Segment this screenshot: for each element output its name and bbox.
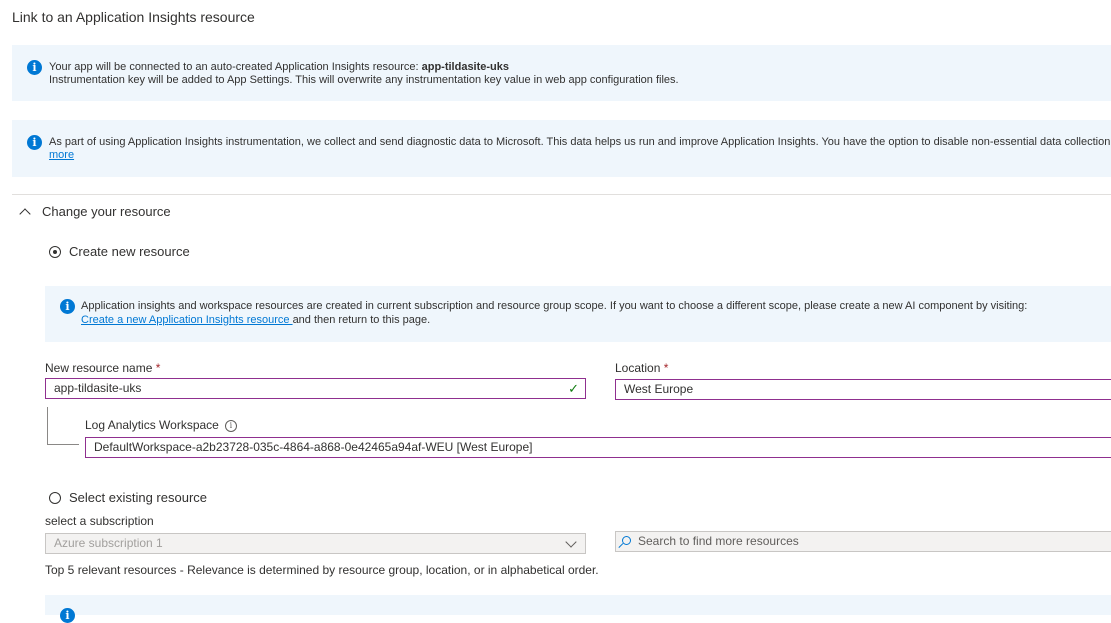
subscription-value: Azure subscription 1 [54,536,163,550]
resource-name-input[interactable]: app-tildasite-uks ✓ [45,378,586,399]
banner-line-1: Your app will be connected to an auto-cr… [49,61,509,74]
search-placeholder: Search to find more resources [638,534,799,548]
diagnostic-text-body: As part of using Application Insights in… [49,136,1111,148]
scope-link-line: Create a new Application Insights resour… [81,314,430,327]
select-existing-radio[interactable]: Select existing resource [49,490,207,505]
chevron-down-icon [565,536,577,548]
subscription-label: select a subscription [45,514,154,528]
workspace-value: DefaultWorkspace-a2b23728-035c-4864-a868… [94,440,533,454]
subscription-dropdown[interactable]: Azure subscription 1 [45,533,586,554]
radio-unselected-icon [49,491,61,504]
change-resource-toggle[interactable]: Change your resource [19,204,171,220]
banner-line-2: Instrumentation key will be added to App… [49,74,679,86]
relevance-note: Top 5 relevant resources - Relevance is … [45,563,599,577]
scope-link-suffix: and then return to this page. [292,314,431,326]
resource-name-label-text: New resource name [45,361,153,375]
checkmark-icon: ✓ [568,381,579,396]
page-title: Link to an Application Insights resource [12,9,255,25]
auto-created-resource-banner: i Your app will be connected to an auto-… [12,45,1111,101]
scope-info-banner: i Application insights and workspace res… [45,286,1111,342]
chevron-up-icon [19,208,31,220]
create-ai-resource-link[interactable]: Create a new Application Insights resour… [81,314,293,326]
scope-text: Application insights and workspace resou… [81,300,1028,312]
search-icon [622,536,631,545]
tree-connector-vertical [47,407,48,444]
workspace-dropdown[interactable]: DefaultWorkspace-a2b23728-035c-4864-a868… [85,437,1111,458]
resource-name-value: app-tildasite-uks [54,381,142,395]
tree-connector-horizontal [47,444,79,445]
change-resource-label: Change your resource [42,204,171,219]
learn-more-link-cont[interactable]: more [49,149,74,162]
diagnostic-data-banner: i As part of using Application Insights … [12,120,1111,177]
diagnostic-text: As part of using Application Insights in… [49,136,1111,149]
resource-search-input[interactable]: Search to find more resources [615,531,1111,552]
required-mark: * [663,361,669,375]
resource-name-bold: app-tildasite-uks [421,61,510,73]
location-label-text: Location [615,361,661,375]
workspace-label: Log Analytics Workspace i [85,418,237,432]
info-tooltip-icon[interactable]: i [224,419,237,432]
location-value: West Europe [624,382,694,396]
info-icon: i [27,60,42,75]
location-label: Location * [615,361,668,375]
create-new-label: Create new resource [69,244,190,259]
required-mark: * [155,361,161,375]
info-icon: i [27,135,42,150]
select-existing-label: Select existing resource [69,490,208,505]
workspace-label-text: Log Analytics Workspace [85,418,219,432]
radio-selected-icon [49,245,61,258]
resource-name-label: New resource name * [45,361,160,375]
create-new-radio[interactable]: Create new resource [49,244,190,259]
location-dropdown[interactable]: West Europe [615,379,1111,400]
info-icon: i [60,299,75,314]
banner-line-1-prefix: Your app will be connected to an auto-cr… [49,61,422,73]
bottom-info-banner: i [45,595,1111,623]
info-icon: i [60,608,75,623]
divider [12,194,1111,195]
